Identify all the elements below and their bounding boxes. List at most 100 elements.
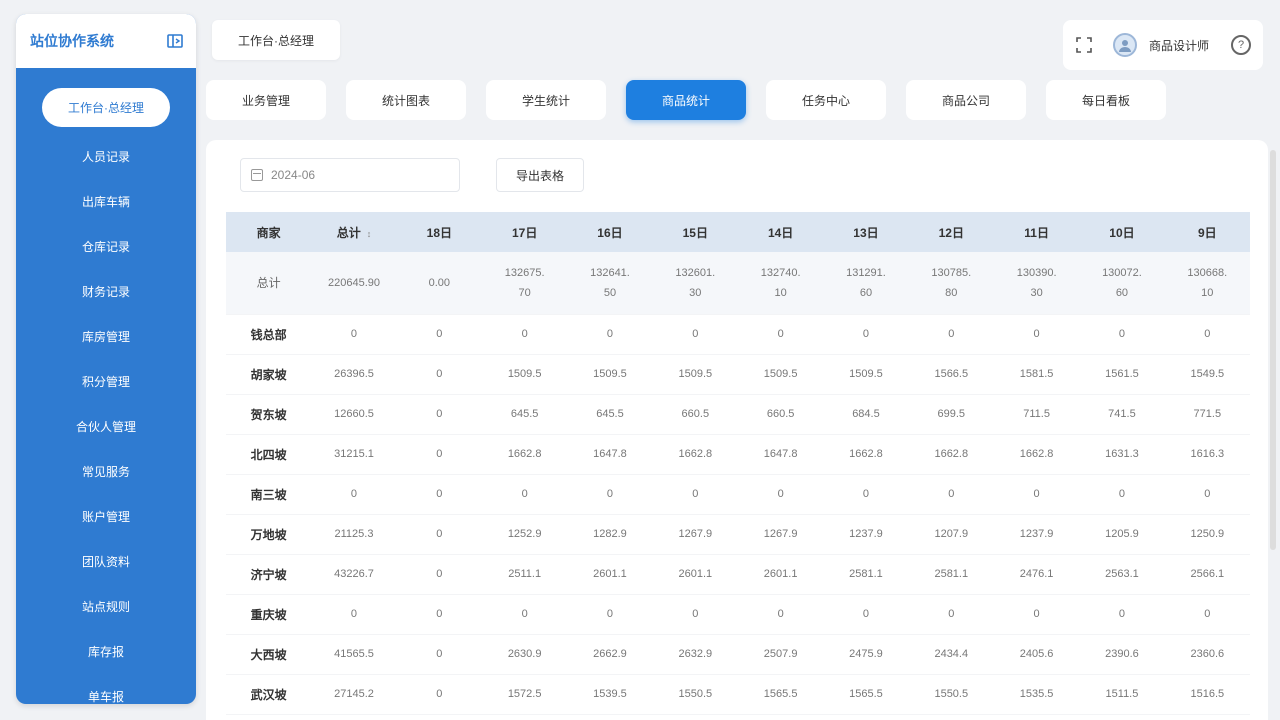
shop-name-cell: 贺东坡 [226, 394, 312, 435]
value-cell: 0 [396, 594, 482, 635]
tab-workbench[interactable]: 工作台·总经理 [212, 20, 340, 60]
sidebar-item-finance[interactable]: 财务记录 [16, 269, 196, 314]
value-cell: 0 [908, 594, 994, 635]
value-cell: 1662.8 [908, 434, 994, 475]
value-cell: 2434.4 [908, 634, 994, 675]
value-cell: 0 [481, 474, 568, 515]
value-cell: 0 [396, 474, 482, 515]
column-header-total[interactable]: 总计 ↕ [311, 212, 397, 252]
month-picker[interactable]: 2024-06 [240, 158, 460, 192]
shop-name-cell: 大西坡 [226, 634, 312, 675]
sidebar-item-warehouse[interactable]: 仓库记录 [16, 224, 196, 269]
value-cell: 0 [396, 434, 482, 475]
sidebar-item-storeroom[interactable]: 库房管理 [16, 314, 196, 359]
value-cell: 0 [311, 314, 397, 355]
tab-task-center[interactable]: 任务中心 [766, 80, 886, 120]
export-button[interactable]: 导出表格 [496, 158, 584, 192]
value-cell: 41565.5 [311, 634, 397, 675]
tab-students[interactable]: 学生统计 [486, 80, 606, 120]
tab-charts[interactable]: 统计图表 [346, 80, 466, 120]
value-cell: 2566.1 [1164, 554, 1250, 595]
tab-business[interactable]: 业务管理 [206, 80, 326, 120]
sidebar-item-team[interactable]: 团队资料 [16, 539, 196, 584]
value-cell: 1647.8 [567, 434, 653, 475]
value-cell: 0 [481, 314, 568, 355]
value-cell: 0 [823, 314, 909, 355]
scrollbar[interactable] [1270, 150, 1276, 550]
value-cell: 0 [1164, 314, 1250, 355]
table-row: 重庆坡 0 0 0 0 0 0 0 0 0 0 0 [226, 594, 1250, 635]
value-cell: 2390.6 [1079, 634, 1165, 675]
sidebar-item-points[interactable]: 积分管理 [16, 359, 196, 404]
user-area: 商品设计师 ? [1063, 20, 1263, 70]
value-cell: 741.5 [1079, 394, 1165, 435]
value-cell: 1535.5 [993, 674, 1080, 715]
table-row: 北四坡 31215.1 0 1662.8 1647.8 1662.8 1647.8 1662.… [226, 434, 1250, 475]
value-cell: 1267.9 [737, 514, 824, 555]
value-cell: 2581.1 [908, 554, 994, 595]
sidebar-item-services[interactable]: 常见服务 [16, 449, 196, 494]
function-tabs: 业务管理 统计图表 学生统计 商品统计 任务中心 商品公司 每日看板 [206, 80, 1166, 120]
value-cell: 132740. 10 [737, 252, 824, 315]
column-header: 18日 [396, 212, 482, 252]
column-header: 13日 [823, 212, 909, 252]
table-row: 南三坡 0 0 0 0 0 0 0 0 0 0 0 [226, 474, 1250, 515]
sidebar-item-label: 站点规则 [81, 600, 130, 614]
column-header: 9日 [1164, 212, 1250, 252]
tab-goods-stats[interactable]: 商品统计 [626, 80, 746, 120]
sidebar-item-label: 账户管理 [81, 510, 130, 524]
sidebar-item-label: 常见服务 [81, 465, 130, 479]
value-cell: 1662.8 [652, 434, 738, 475]
value-cell: 2507.9 [737, 634, 824, 675]
value-cell: 1662.8 [481, 434, 568, 475]
value-cell: 1662.8 [993, 434, 1080, 475]
sidebar-item-inventory[interactable]: 库存报 [16, 629, 196, 674]
help-icon[interactable]: ? [1231, 35, 1251, 55]
sidebar-item-partners[interactable]: 合伙人管理 [16, 404, 196, 449]
shop-name-cell: 重庆坡 [226, 594, 312, 635]
avatar[interactable] [1113, 33, 1137, 57]
value-cell: 645.5 [567, 394, 653, 435]
value-cell: 0 [993, 314, 1080, 355]
sidebar-item-outbound-vehicles[interactable]: 出库车辆 [16, 179, 196, 224]
table-row: 胡家坡 26396.5 0 1509.5 1509.5 1509.5 1509.5 1509.… [226, 354, 1250, 395]
toolbar: 2024-06 导出表格 [240, 158, 584, 192]
value-cell: 130390. 30 [993, 252, 1080, 315]
value-cell: 660.5 [652, 394, 738, 435]
sidebar-item-workbench[interactable]: 工作台·总经理 [16, 86, 196, 128]
collapse-sidebar-icon[interactable] [166, 32, 184, 50]
sidebar-item-personnel[interactable]: 人员记录 [16, 134, 196, 179]
tab-goods-company[interactable]: 商品公司 [906, 80, 1026, 120]
value-cell: 711.5 [993, 394, 1080, 435]
shop-name-cell: 钱总部 [226, 314, 312, 355]
value-cell: 1237.9 [823, 514, 909, 555]
fullscreen-icon[interactable] [1075, 36, 1093, 54]
sidebar-item-label: 仓库记录 [81, 240, 130, 254]
sidebar-item-bike[interactable]: 单车报 [16, 674, 196, 704]
sidebar-item-rules[interactable]: 站点规则 [16, 584, 196, 629]
value-cell: 1509.5 [823, 354, 909, 395]
calendar-icon [251, 169, 263, 181]
value-cell: 0 [908, 314, 994, 355]
value-cell: 2601.1 [652, 554, 738, 595]
value-cell: 645.5 [481, 394, 568, 435]
tab-daily-board[interactable]: 每日看板 [1046, 80, 1166, 120]
value-cell: 1267.9 [652, 514, 738, 555]
value-cell: 0 [396, 674, 482, 715]
value-cell: 684.5 [823, 394, 909, 435]
value-cell: 0 [652, 594, 738, 635]
shop-name-cell: 南三坡 [226, 474, 312, 515]
user-name[interactable]: 商品设计师 [1149, 37, 1219, 54]
value-cell: 0 [1164, 474, 1250, 515]
value-cell: 1550.5 [908, 674, 994, 715]
value-cell: 699.5 [908, 394, 994, 435]
sidebar-item-accounts[interactable]: 账户管理 [16, 494, 196, 539]
value-cell: 2360.6 [1164, 634, 1250, 675]
sort-icon[interactable]: ↕ [367, 229, 372, 239]
value-cell: 132601. 30 [652, 252, 738, 315]
value-cell: 0 [823, 474, 909, 515]
sidebar-item-label: 积分管理 [81, 375, 130, 389]
value-cell: 2563.1 [1079, 554, 1165, 595]
column-header: 12日 [908, 212, 994, 252]
column-header: 商家 [226, 212, 312, 252]
